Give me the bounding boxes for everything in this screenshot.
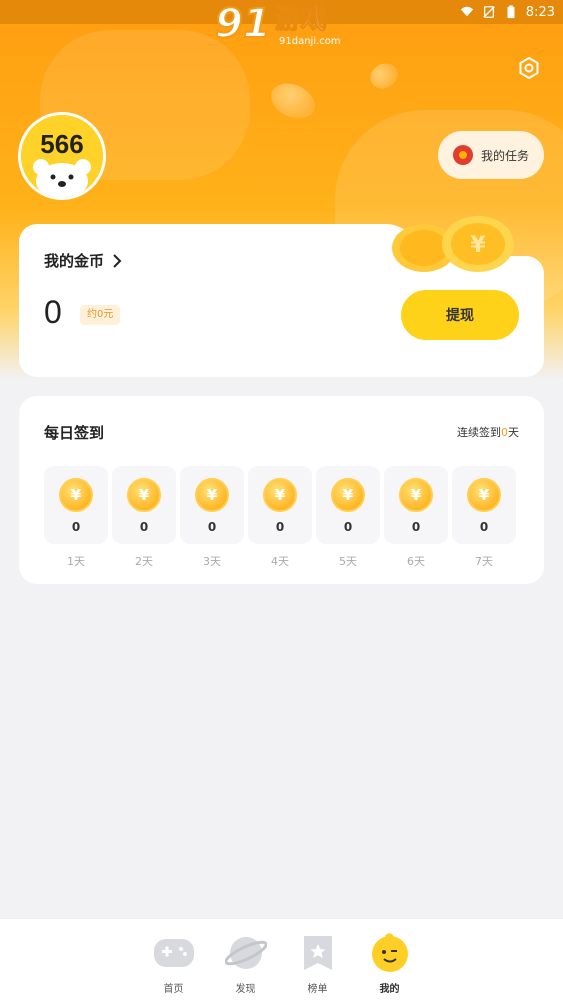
signin-day-7: ¥ 0 7天 — [452, 466, 516, 569]
decor-coin-icon — [365, 58, 403, 94]
streak-count: 0 — [501, 426, 508, 439]
avatar[interactable]: 566 — [18, 112, 106, 200]
day-reward: 0 — [411, 520, 421, 534]
coin-icon: ¥ — [467, 478, 501, 512]
signin-day-box[interactable]: ¥ 0 — [112, 466, 176, 544]
day-label: 2天 — [135, 555, 153, 568]
day-label: 1天 — [67, 555, 85, 568]
day-reward: 0 — [275, 520, 285, 534]
status-time: 8:23 — [525, 4, 555, 20]
battery-icon — [507, 5, 515, 19]
avatar-logo-text: 566 — [40, 129, 83, 159]
wifi-icon — [460, 6, 473, 17]
nav-discover[interactable]: 发现 — [224, 919, 267, 1000]
day-reward: 0 — [207, 520, 217, 534]
signin-day-2: ¥ 0 2天 — [112, 466, 176, 569]
smiley-icon — [371, 933, 408, 972]
bookmark-star-icon — [303, 936, 332, 970]
signin-day-box[interactable]: ¥ 0 — [384, 466, 448, 544]
signin-day-1: ¥ 0 1天 — [44, 466, 108, 569]
nav-discover-label: 发现 — [235, 984, 256, 995]
bottom-nav: 首页 发现 榜单 我的 — [0, 918, 563, 1000]
my-tasks-button[interactable]: 我的任务 — [438, 131, 544, 179]
day-label: 4天 — [271, 555, 289, 568]
coin-icon: ¥ — [399, 478, 433, 512]
nav-home[interactable]: 首页 — [153, 919, 194, 1000]
day-reward: 0 — [139, 520, 149, 534]
day-label: 6天 — [407, 555, 425, 568]
day-label: 3天 — [203, 555, 221, 568]
day-reward: 0 — [479, 520, 489, 534]
decor-coin-icon — [265, 76, 321, 126]
settings-icon[interactable] — [517, 56, 541, 80]
signin-day-box[interactable]: ¥ 0 — [316, 466, 380, 544]
no-sim-icon — [483, 6, 495, 18]
gold-approx-badge: 约0元 — [80, 305, 121, 325]
signin-day-box[interactable]: ¥ 0 — [248, 466, 312, 544]
signin-days: ¥ 0 1天 ¥ 0 2天 ¥ 0 3天 ¥ 0 4天 ¥ 0 5天 ¥ 0 6… — [44, 466, 516, 569]
my-gold-title: 我的金币 — [44, 252, 105, 270]
nav-ranking[interactable]: 榜单 — [300, 919, 336, 1000]
signin-streak: 连续签到0天 — [457, 426, 519, 439]
svg-text:¥: ¥ — [470, 233, 486, 258]
coin-icon: ¥ — [263, 478, 297, 512]
bear-mascot-icon: 566 — [21, 115, 103, 197]
signin-day-box[interactable]: ¥ 0 — [180, 466, 244, 544]
gold-balance: 0 — [44, 294, 62, 330]
signin-day-4: ¥ 0 4天 — [248, 466, 312, 569]
coin-icon: ¥ — [331, 478, 365, 512]
chevron-right-icon — [113, 253, 122, 268]
planet-icon — [224, 937, 267, 969]
day-reward: 0 — [71, 520, 81, 534]
signin-day-box[interactable]: ¥ 0 — [44, 466, 108, 544]
nav-home-label: 首页 — [163, 984, 184, 995]
signin-day-5: ¥ 0 5天 — [316, 466, 380, 569]
coin-icon: ¥ — [195, 478, 229, 512]
my-gold-link[interactable]: 我的金币 — [44, 250, 122, 271]
daily-signin-card: 每日签到 连续签到0天 ¥ 0 1天 ¥ 0 2天 ¥ 0 3天 ¥ 0 4天 … — [19, 396, 544, 584]
coin-icon: ¥ — [59, 478, 93, 512]
gold-coins-icon: ¥ — [392, 216, 514, 272]
nav-mine-label: 我的 — [379, 984, 400, 995]
watermark-logo: 91 游戏 91danji.com — [214, 1, 341, 47]
signin-day-3: ¥ 0 3天 — [180, 466, 244, 569]
withdraw-button[interactable]: 提现 — [401, 290, 519, 340]
day-label: 7天 — [475, 555, 493, 568]
nav-ranking-label: 榜单 — [307, 984, 328, 995]
signin-day-6: ¥ 0 6天 — [384, 466, 448, 569]
signin-day-box[interactable]: ¥ 0 — [452, 466, 516, 544]
coin-icon: ¥ — [127, 478, 161, 512]
daily-signin-title: 每日签到 — [44, 424, 105, 442]
task-medal-icon — [452, 145, 473, 165]
nav-mine[interactable]: 我的 — [371, 919, 408, 1000]
gamepad-icon — [153, 939, 194, 967]
day-reward: 0 — [343, 520, 353, 534]
my-tasks-label: 我的任务 — [480, 148, 529, 163]
day-label: 5天 — [339, 555, 357, 568]
